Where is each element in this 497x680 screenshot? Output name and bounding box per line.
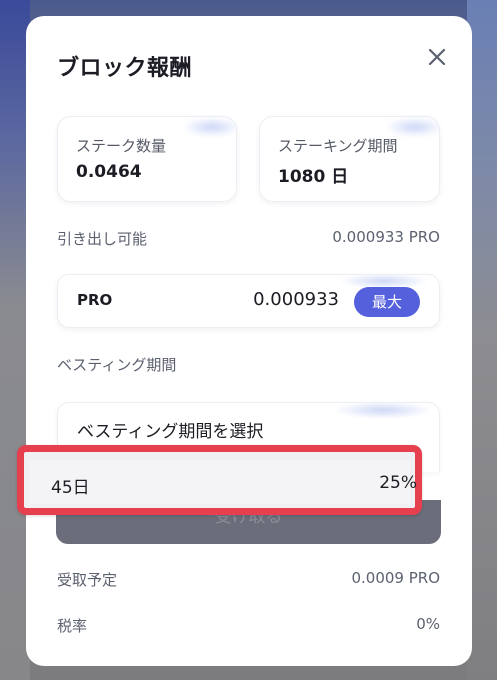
withdrawable-value: 0.000933 PRO <box>332 228 440 246</box>
vesting-option-label: 45日 <box>51 478 90 498</box>
stake-period-value: 1080 日 <box>278 167 349 187</box>
block-reward-modal: ブロック報酬 ステーク数量 0.0464 ステーキング期間 1080 日 引き出… <box>26 16 472 666</box>
expected-value: 0.0009 PRO <box>351 569 440 587</box>
stake-period-card: ステーキング期間 1080 日 <box>259 116 440 202</box>
vesting-option-rate: 25% <box>379 473 417 493</box>
tax-label: 税率 <box>57 617 88 635</box>
withdrawable-label: 引き出し可能 <box>57 230 148 248</box>
card-glow-decoration <box>385 117 439 137</box>
token-label: PRO <box>77 291 113 309</box>
tax-value: 0% <box>416 615 440 633</box>
stake-period-label: ステーキング期間 <box>278 137 398 155</box>
modal-title: ブロック報酬 <box>57 56 193 81</box>
amount-value[interactable]: 0.000933 <box>253 289 339 310</box>
vesting-select-placeholder: ベスティング期間を選択 <box>77 422 264 442</box>
stake-amount-value: 0.0464 <box>76 162 142 182</box>
close-icon[interactable] <box>424 44 450 70</box>
card-glow-decoration <box>182 117 236 137</box>
amount-input[interactable]: PRO 0.000933 最大 <box>57 274 440 328</box>
stake-amount-label: ステーク数量 <box>76 137 167 155</box>
max-button[interactable]: 最大 <box>354 287 420 317</box>
expected-label: 受取予定 <box>57 571 118 589</box>
select-glow-decoration <box>333 403 433 419</box>
vesting-label: ベスティング期間 <box>57 356 177 374</box>
stake-amount-card: ステーク数量 0.0464 <box>57 116 237 202</box>
